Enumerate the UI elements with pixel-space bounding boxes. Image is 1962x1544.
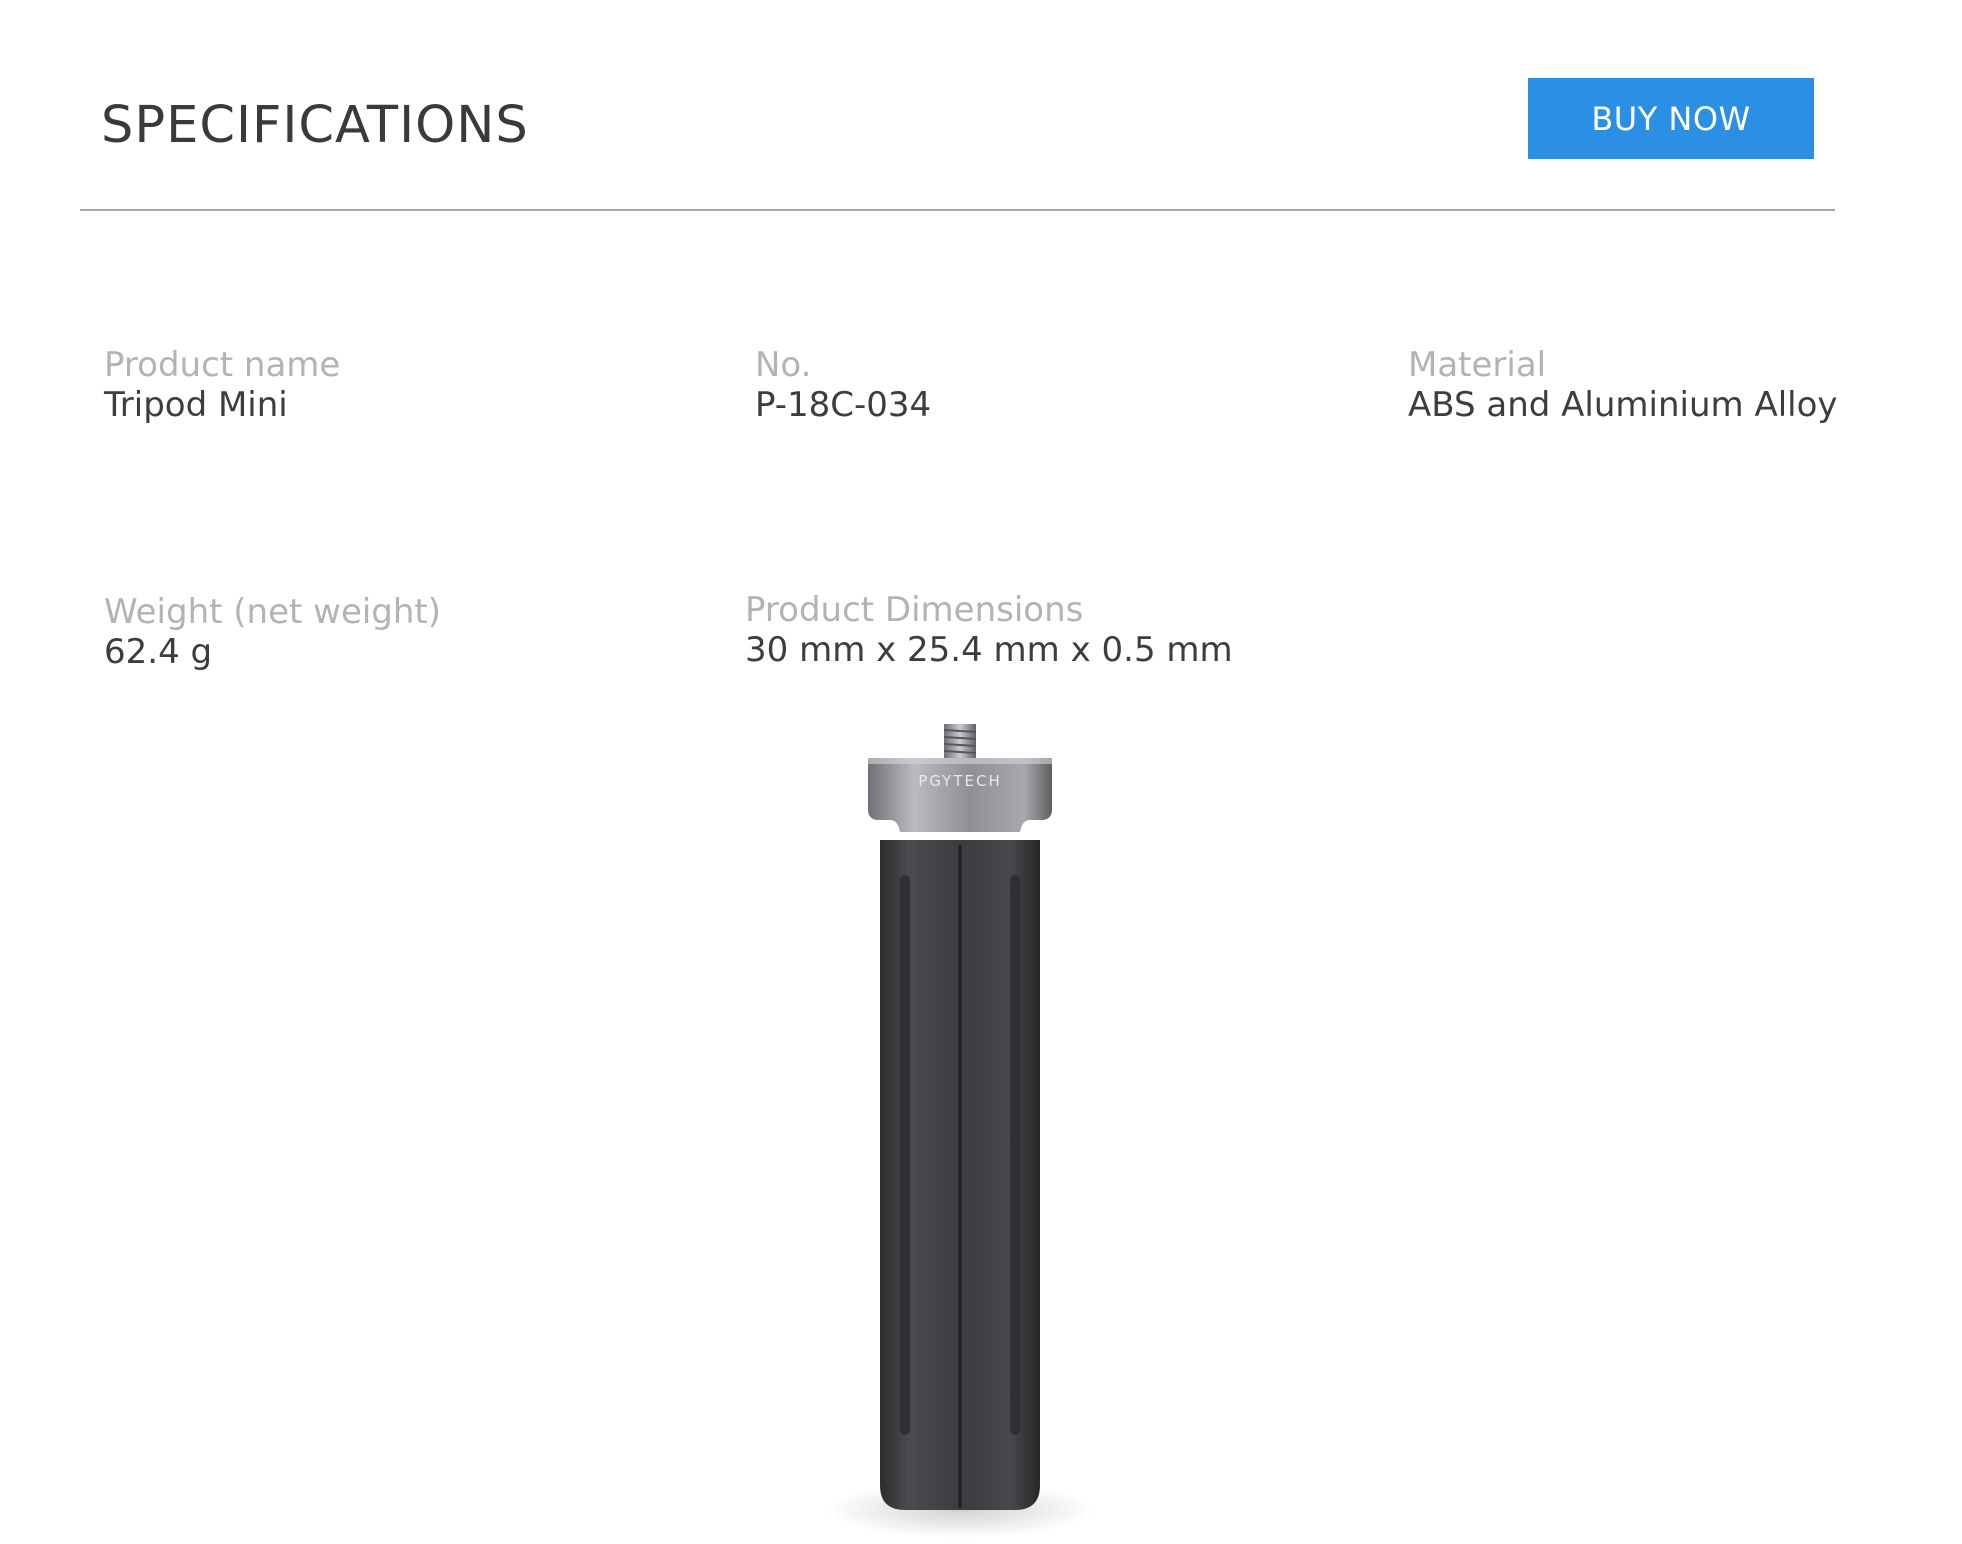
header: SPECIFICATIONS BUY NOW <box>80 78 1840 198</box>
mount-screw <box>943 724 977 758</box>
spec-product-name: Product name Tripod Mini <box>104 345 340 425</box>
spec-value: P-18C-034 <box>755 385 932 425</box>
tripod-mini-product-photo: PGYTECH <box>760 710 1160 1540</box>
buy-now-button[interactable]: BUY NOW <box>1528 78 1814 159</box>
spec-material: Material ABS and Aluminium Alloy <box>1408 345 1838 425</box>
spec-value: ABS and Aluminium Alloy <box>1408 385 1838 425</box>
spec-number: No. P-18C-034 <box>755 345 931 425</box>
spec-dimensions: Product Dimensions 30 mm x 25.4 mm x 0.5… <box>745 590 1233 670</box>
spec-label: Weight (net weight) <box>104 592 442 632</box>
spec-weight: Weight (net weight) 62.4 g <box>104 592 441 672</box>
product-illustration: PGYTECH <box>825 724 1095 1538</box>
metal-cap: PGYTECH <box>868 758 1052 832</box>
spec-label: Material <box>1408 345 1547 385</box>
spec-label: No. <box>755 345 812 385</box>
brand-logo: PGYTECH <box>918 772 1001 790</box>
grip-body <box>880 840 1040 1510</box>
page-title: SPECIFICATIONS <box>101 96 529 155</box>
spec-value: 62.4 g <box>104 632 213 672</box>
spec-label: Product Dimensions <box>745 590 1084 630</box>
header-divider <box>80 209 1835 211</box>
spec-value: Tripod Mini <box>104 385 288 425</box>
spec-label: Product name <box>104 345 341 385</box>
spec-value: 30 mm x 25.4 mm x 0.5 mm <box>745 630 1233 670</box>
